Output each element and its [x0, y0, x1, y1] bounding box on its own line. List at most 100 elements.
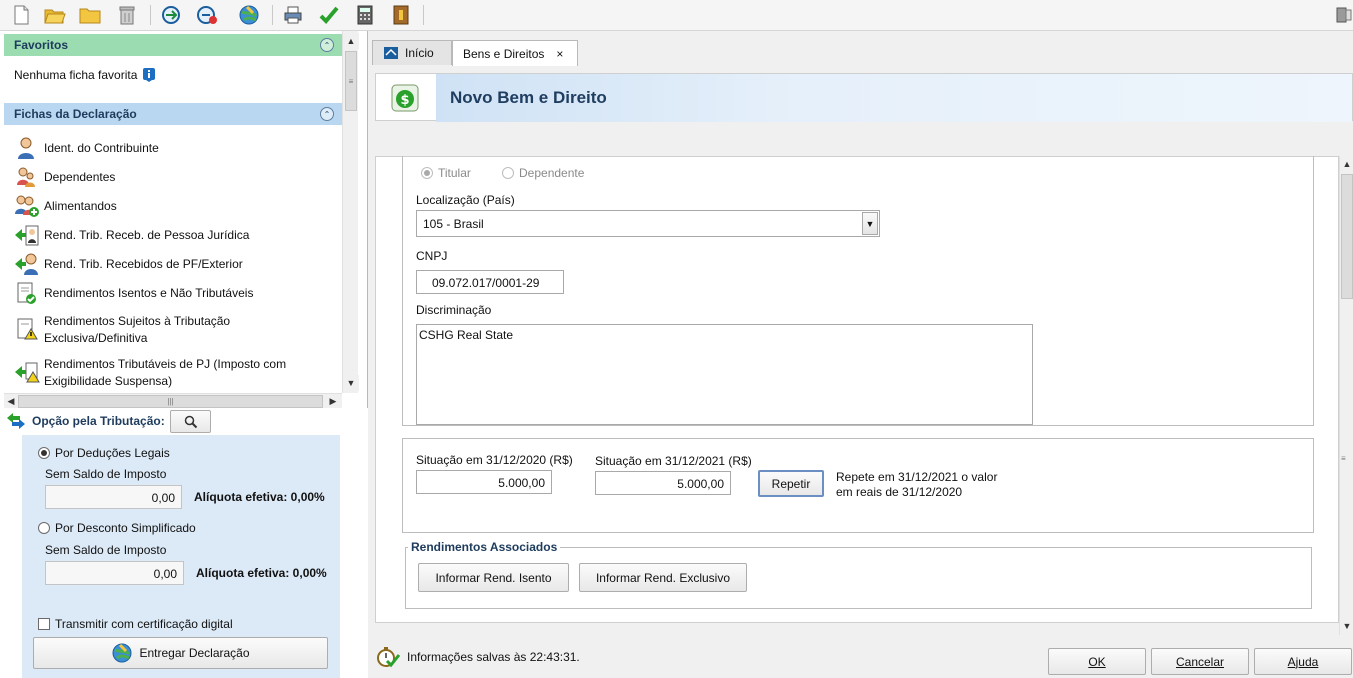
- tab-inicio[interactable]: Início: [372, 40, 452, 65]
- form-title: Novo Bem e Direito: [436, 74, 1352, 122]
- help-button[interactable]: Ajuda: [1254, 648, 1352, 675]
- trash-icon[interactable]: [115, 4, 139, 26]
- ficha-rend-exclusiva[interactable]: Rendimentos Sujeitos à Tributação Exclus…: [14, 313, 334, 347]
- chevron-down-icon[interactable]: ▼: [862, 212, 878, 235]
- globe-transmit-icon: [112, 643, 132, 663]
- scroll-right-icon[interactable]: ▶: [326, 394, 340, 409]
- stopwatch-check-icon: [377, 647, 401, 668]
- open-folder-icon[interactable]: [43, 4, 67, 26]
- collapse-up-icon[interactable]: ⌃: [320, 107, 334, 121]
- fichas-horizontal-scrollbar[interactable]: ◀ ||| ▶: [4, 393, 342, 409]
- ficha-rend-trib-pj[interactable]: Rend. Trib. Receb. de Pessoa Jurídica: [14, 223, 334, 247]
- scroll-thumb[interactable]: ≡: [345, 51, 357, 111]
- favoritos-header[interactable]: Favoritos ⌃: [4, 34, 342, 56]
- scroll-thumb[interactable]: [1341, 174, 1353, 299]
- ficha-rend-exigibilidade-suspensa[interactable]: Rendimentos Tributáveis de PJ (Imposto c…: [14, 356, 334, 390]
- swap-arrows-icon: [7, 413, 25, 429]
- scroll-down-icon[interactable]: ▼: [343, 375, 359, 391]
- favoritos-empty-text: Nenhuma ficha favorita: [14, 68, 138, 82]
- owner-titular-option[interactable]: Titular: [421, 166, 471, 180]
- option-deducoes-legais[interactable]: Por Deduções Legais: [38, 446, 170, 460]
- location-select[interactable]: 105 - Brasil ▼: [416, 210, 880, 237]
- dependents-icon: [14, 165, 38, 189]
- main-toolbar: [0, 0, 1353, 31]
- tributacao-panel: Opção pela Tributação: Por Deduções Lega…: [0, 408, 368, 678]
- favoritos-title: Favoritos: [14, 38, 69, 52]
- ok-button[interactable]: OK: [1048, 648, 1146, 675]
- tributacao-search-button[interactable]: [170, 410, 211, 433]
- informar-rend-isento-button[interactable]: Informar Rend. Isento: [418, 563, 569, 592]
- tributacao-header: Opção pela Tributação:: [6, 412, 165, 430]
- fichas-header[interactable]: Fichas da Declaração ⌃: [4, 103, 342, 125]
- scroll-up-icon[interactable]: ▲: [343, 33, 359, 49]
- left-panel: Favoritos ⌃ Nenhuma ficha favorita Ficha…: [0, 31, 368, 678]
- radio-deducoes-legais[interactable]: [38, 447, 50, 459]
- scroll-grip-icon: ≡: [1341, 454, 1346, 463]
- magnifier-icon: [184, 415, 197, 428]
- tab-bens-e-direitos[interactable]: Bens e Direitos ×: [452, 40, 578, 66]
- person-icon: [14, 136, 38, 160]
- check-icon[interactable]: [317, 4, 341, 26]
- exempt-doc-icon: [14, 281, 38, 305]
- repeat-hint: Repete em 31/12/2021 o valor em reais de…: [836, 470, 998, 499]
- scroll-left-icon[interactable]: ◀: [4, 394, 18, 409]
- globe-transmit-icon[interactable]: [237, 4, 261, 26]
- situation-2020-label: Situação em 31/12/2020 (R$): [416, 453, 573, 467]
- status-text: Informações salvas às 22:43:31.: [407, 650, 580, 664]
- info-icon[interactable]: [143, 68, 156, 82]
- fichas-vertical-scrollbar[interactable]: ▲ ≡ ▼: [342, 31, 359, 393]
- radio-dependente[interactable]: [502, 167, 514, 179]
- form-header: $ Novo Bem e Direito: [375, 73, 1353, 122]
- printer-icon[interactable]: [281, 4, 305, 26]
- option-desconto-simplificado[interactable]: Por Desconto Simplificado: [38, 521, 196, 535]
- exit-icon[interactable]: [1332, 4, 1353, 26]
- simplificado-rate: Alíquota efetiva: 0,00%: [196, 566, 327, 580]
- tributacao-title: Opção pela Tributação:: [32, 414, 165, 428]
- ficha-dependentes[interactable]: Dependentes: [14, 165, 334, 189]
- income-pj-icon: [14, 223, 39, 247]
- receita-export-icon[interactable]: [195, 4, 219, 26]
- situation-2020-input[interactable]: 5.000,00: [416, 470, 552, 494]
- ficha-alimentandos[interactable]: Alimentandos: [14, 194, 334, 218]
- description-label: Discriminação: [416, 303, 492, 317]
- radio-titular[interactable]: [421, 167, 433, 179]
- close-tab-icon[interactable]: ×: [556, 47, 563, 61]
- favoritos-empty: Nenhuma ficha favorita: [14, 68, 156, 82]
- ficha-rend-isentos[interactable]: Rendimentos Isentos e Não Tributáveis: [14, 281, 334, 305]
- receita-import-icon[interactable]: [159, 4, 183, 26]
- simplificado-value-field: 0,00: [45, 561, 184, 585]
- rendimentos-associados-title: Rendimentos Associados: [408, 540, 561, 554]
- calculator-icon[interactable]: [353, 4, 377, 26]
- income-pf-icon: [14, 252, 38, 276]
- hscroll-thumb[interactable]: |||: [18, 395, 323, 408]
- cnpj-label: CNPJ: [416, 249, 448, 263]
- form-content: Titular Dependente Localização (País) 10…: [375, 156, 1339, 623]
- repetir-button[interactable]: Repetir: [758, 470, 824, 497]
- description-textarea[interactable]: CSHG Real State: [416, 324, 1033, 425]
- alimentandos-icon: [14, 194, 39, 218]
- deducoes-sublabel: Sem Saldo de Imposto: [45, 467, 167, 481]
- owner-dependente-option[interactable]: Dependente: [502, 166, 584, 180]
- scroll-up-icon[interactable]: ▲: [1340, 156, 1353, 172]
- help-book-icon[interactable]: [389, 4, 413, 26]
- scroll-down-icon[interactable]: ▼: [1340, 618, 1353, 634]
- informar-rend-exclusivo-button[interactable]: Informar Rend. Exclusivo: [579, 563, 747, 592]
- location-label: Localização (País): [416, 193, 515, 207]
- svg-text:$: $: [400, 93, 409, 108]
- cnpj-input[interactable]: 09.072.017/0001-29: [416, 270, 564, 294]
- ficha-rend-trib-pf-exterior[interactable]: Rend. Trib. Recebidos de PF/Exterior: [14, 252, 334, 276]
- simplificado-sublabel: Sem Saldo de Imposto: [45, 543, 167, 557]
- folder-icon[interactable]: [78, 4, 102, 26]
- warning-doc-icon: [14, 317, 38, 341]
- cancel-button[interactable]: Cancelar: [1151, 648, 1249, 675]
- new-file-icon[interactable]: [9, 4, 33, 26]
- situation-2021-input[interactable]: 5.000,00: [595, 471, 731, 495]
- radio-desconto-simplificado[interactable]: [38, 522, 50, 534]
- collapse-up-icon[interactable]: ⌃: [320, 38, 334, 52]
- cert-digital-option[interactable]: Transmitir com certificação digital: [38, 617, 233, 631]
- cert-digital-checkbox[interactable]: [38, 618, 50, 630]
- ficha-ident-contribuinte[interactable]: Ident. do Contribuinte: [14, 136, 334, 160]
- money-bag-icon: $: [390, 83, 420, 116]
- entregar-declaracao-button[interactable]: Entregar Declaração: [33, 637, 328, 669]
- form-vertical-scrollbar[interactable]: ▲ ≡ ▼: [1339, 156, 1353, 635]
